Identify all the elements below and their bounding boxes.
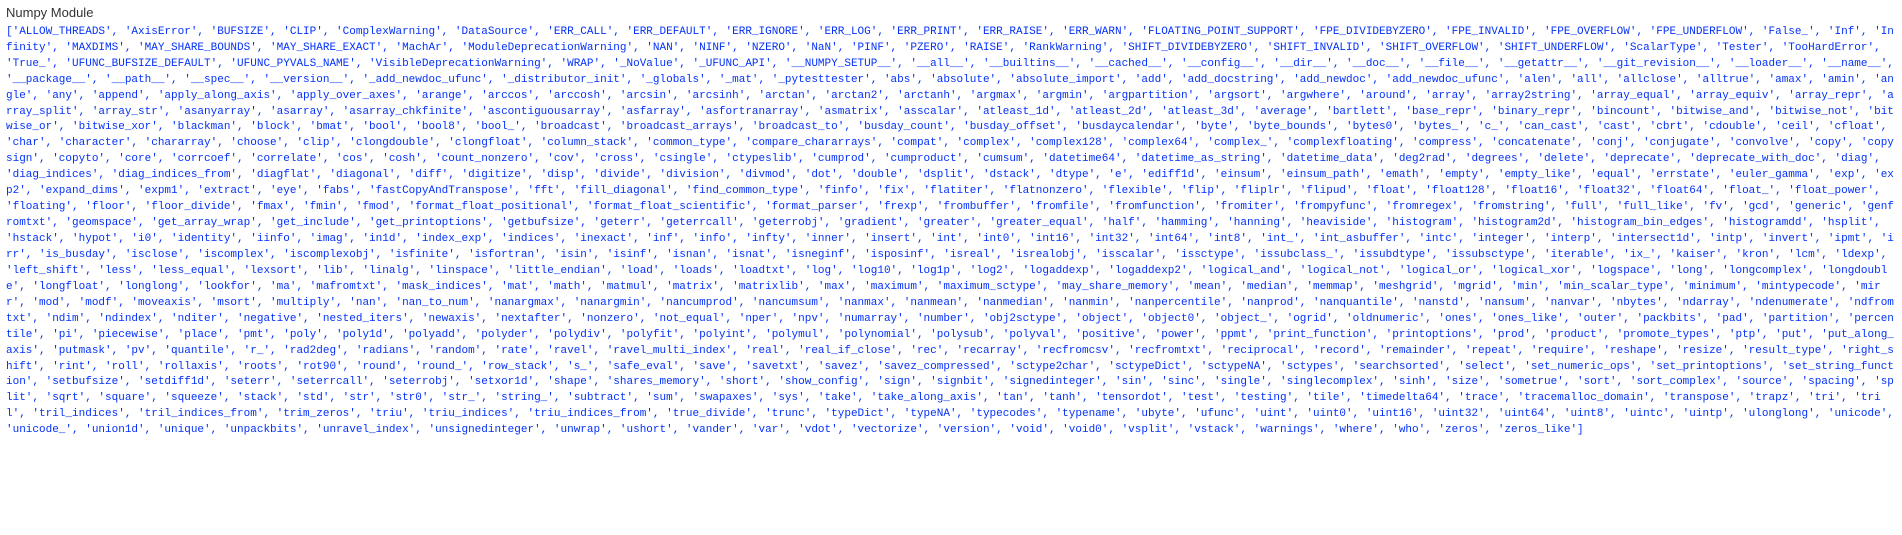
attribute-listing: ['ALLOW_THREADS', 'AxisError', 'BUFSIZE'…	[0, 25, 1902, 445]
module-header: Numpy Module	[0, 0, 1902, 25]
